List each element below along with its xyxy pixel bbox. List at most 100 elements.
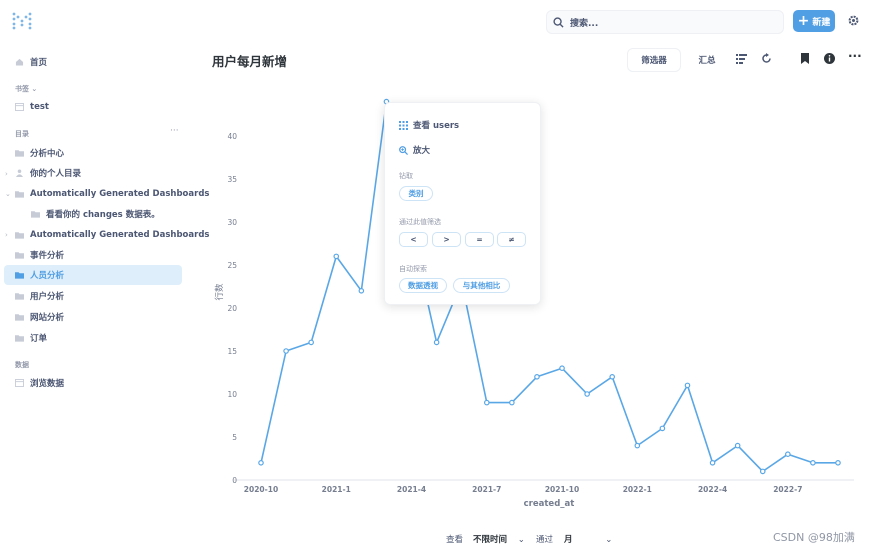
sidebar-item-collection[interactable]: 用户分析 xyxy=(4,286,182,306)
data-point xyxy=(358,288,365,294)
time-range-value: 不限时间 xyxy=(473,535,508,545)
drill-category-pill[interactable]: 类别 xyxy=(399,186,433,201)
x-tick-label: 2021-4 xyxy=(397,485,426,494)
sidebar-item-collection[interactable]: 网站分析 xyxy=(4,307,182,327)
data-point xyxy=(835,459,841,466)
watermark: CSDN @98加满 xyxy=(773,531,855,544)
folder-icon xyxy=(15,314,24,321)
more-icon[interactable]: ··· xyxy=(848,49,862,63)
pivot-pill[interactable]: 数据透视 xyxy=(399,278,447,293)
data-point xyxy=(559,365,565,372)
plus-icon: + xyxy=(797,13,810,29)
filter-eq-button[interactable]: = xyxy=(465,232,494,247)
summarize-button[interactable]: 汇总 xyxy=(684,48,730,72)
time-range-select[interactable]: 不限时间 ⌄ xyxy=(473,533,525,545)
compare-pill[interactable]: 与其他相比 xyxy=(453,278,510,293)
sidebar-item-collection[interactable]: Automatically Generated Dashboards xyxy=(4,225,209,245)
x-tick-label: 2021-10 xyxy=(545,485,579,494)
folder-icon xyxy=(31,211,40,218)
x-axis-label: created_at xyxy=(524,499,575,509)
sidebar-item-label: 网站分析 xyxy=(30,313,65,323)
sidebar-item-label: 看看你的 changes 数据表。 xyxy=(46,210,160,220)
time-unit-value: 月 xyxy=(564,535,573,545)
sidebar: 首页 书签 ⌄ test 目录 ··· 分析中心 › 你的个人目录 ⌄ Auto… xyxy=(0,42,209,552)
sidebar-item-bookmark[interactable]: test xyxy=(4,97,182,117)
x-tick-label: 2021-1 xyxy=(322,485,351,494)
folder-icon xyxy=(15,232,24,239)
folder-icon xyxy=(15,252,24,259)
sidebar-item-collection[interactable]: 订单 xyxy=(4,328,182,348)
sidebar-item-label: 用户分析 xyxy=(30,292,65,302)
view-users-action[interactable]: 查看 users xyxy=(399,119,459,131)
new-button[interactable]: + 新建 xyxy=(793,10,835,32)
search-input[interactable]: 搜索... xyxy=(546,10,784,34)
filter-neq-button[interactable]: ≠ xyxy=(497,232,526,247)
time-unit-select[interactable]: 月 ⌄ xyxy=(564,533,612,545)
table-icon xyxy=(15,379,24,387)
sidebar-item-label: 首页 xyxy=(30,58,48,68)
x-tick-label: 2021-7 xyxy=(472,485,501,494)
data-point xyxy=(684,382,691,389)
explore-header: 自动探索 xyxy=(399,265,427,273)
sidebar-item-collection-active[interactable]: 人员分析 xyxy=(4,265,182,285)
data-point xyxy=(483,399,490,406)
sidebar-item-home[interactable]: 首页 xyxy=(4,52,182,72)
x-tick-label: 2020-10 xyxy=(244,485,278,494)
collections-header: 目录 xyxy=(15,130,29,138)
sidebar-item-collection[interactable]: 看看你的 changes 数据表。 xyxy=(20,204,182,224)
y-tick-label: 5 xyxy=(232,433,237,442)
sidebar-item-collection[interactable]: Automatically Generated Dashboards xyxy=(4,184,209,204)
sidebar-item-label: 你的个人目录 xyxy=(30,169,82,179)
chevron-down-icon: ⌄ xyxy=(605,535,613,545)
data-point xyxy=(734,442,741,449)
filter-gt-button[interactable]: > xyxy=(432,232,461,247)
view-label: 查看 xyxy=(446,535,464,545)
data-point xyxy=(785,451,791,458)
view-users-label: 查看 users xyxy=(413,121,460,131)
folder-icon xyxy=(15,293,24,300)
info-icon[interactable] xyxy=(824,53,835,64)
summarize-button-label: 汇总 xyxy=(698,56,716,66)
metabase-logo-icon[interactable] xyxy=(12,12,32,30)
drill-popover: 查看 users 放大 钻取 类别 通过此值筛选 < > = ≠ 自动探索 数据… xyxy=(384,102,541,305)
y-tick-label: 40 xyxy=(227,132,237,141)
sidebar-item-label: 事件分析 xyxy=(30,251,65,261)
sidebar-item-label: Automatically Generated Dashboards xyxy=(30,189,210,199)
data-header: 数据 xyxy=(15,361,29,369)
filter-header: 通过此值筛选 xyxy=(399,218,441,226)
x-tick-label: 2022-7 xyxy=(773,485,802,494)
data-point xyxy=(634,442,641,449)
data-point xyxy=(759,468,766,475)
sidebar-item-collection[interactable]: 分析中心 xyxy=(4,143,182,163)
data-point xyxy=(283,348,289,354)
gear-icon[interactable] xyxy=(847,14,860,27)
y-tick-label: 10 xyxy=(227,390,237,399)
drill-header: 钻取 xyxy=(399,172,413,180)
series-line xyxy=(260,100,838,473)
refresh-icon[interactable] xyxy=(761,53,772,64)
sidebar-item-browse-data[interactable]: 浏览数据 xyxy=(4,373,182,393)
filter-lt-button[interactable]: < xyxy=(399,232,428,247)
folder-icon xyxy=(15,272,24,279)
filter-button-label: 筛选器 xyxy=(641,56,667,66)
list-icon[interactable] xyxy=(736,53,747,64)
zoom-action[interactable]: 放大 xyxy=(399,144,430,156)
person-icon xyxy=(15,169,24,177)
folder-icon xyxy=(15,150,24,157)
table-icon xyxy=(15,103,24,111)
data-point xyxy=(659,425,666,432)
filter-button[interactable]: 筛选器 xyxy=(627,48,681,72)
sidebar-item-label: Automatically Generated Dashboards xyxy=(30,230,210,240)
collections-more-icon[interactable]: ··· xyxy=(170,126,179,136)
bookmarks-header[interactable]: 书签 ⌄ xyxy=(15,84,37,94)
data-point xyxy=(584,391,590,397)
data-point xyxy=(433,339,440,346)
data-point xyxy=(810,459,816,466)
grid-icon xyxy=(399,120,408,130)
y-tick-label: 30 xyxy=(227,218,237,227)
y-tick-label: 25 xyxy=(227,261,237,270)
page-title: 用户每月新增 xyxy=(212,54,288,69)
sidebar-item-collection[interactable]: 你的个人目录 xyxy=(4,163,182,183)
bookmark-icon[interactable] xyxy=(800,53,810,64)
sidebar-item-collection[interactable]: 事件分析 xyxy=(4,245,182,265)
